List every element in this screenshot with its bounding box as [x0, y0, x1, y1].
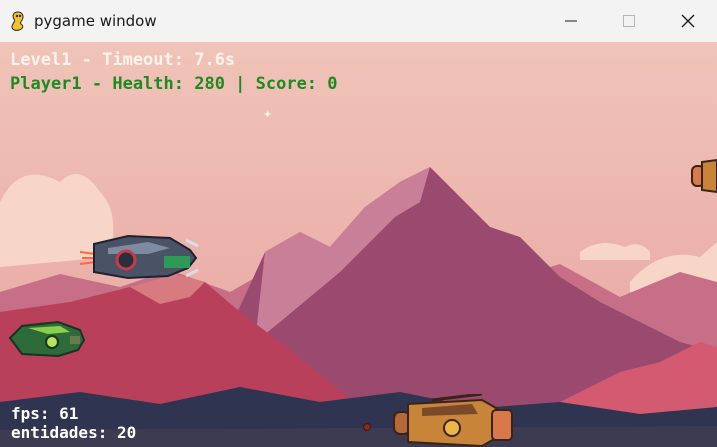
- maximize-button[interactable]: [600, 0, 658, 42]
- close-icon: [681, 14, 695, 28]
- game-viewport[interactable]: ✦ Level1 - Timeout: 7.6s Player1 - Healt…: [0, 42, 717, 447]
- enemy-ship-bronze-edge: [691, 158, 717, 194]
- pygame-window: pygame window ✦ Level1 - Timeout: 7.6s P…: [0, 0, 717, 447]
- projectile-spark: ✦: [263, 108, 272, 121]
- minimize-button[interactable]: [542, 0, 600, 42]
- maximize-icon: [623, 15, 635, 27]
- pygame-snake-icon: [11, 11, 24, 31]
- fps-counter: fps: 61: [11, 404, 79, 423]
- title-bar[interactable]: pygame window: [0, 0, 717, 42]
- player-status-label: Player1 - Health: 280 | Score: 0: [10, 74, 338, 94]
- enemy-ship-green: [8, 320, 86, 358]
- minimize-icon: [565, 20, 577, 22]
- player-ship: [79, 234, 199, 280]
- entity-counter: entidades: 20: [11, 423, 137, 442]
- level-timeout-label: Level1 - Timeout: 7.6s: [10, 50, 236, 70]
- enemy-ship-bronze: [393, 394, 513, 447]
- window-title: pygame window: [34, 12, 157, 30]
- enemy-bullet: [363, 423, 371, 431]
- close-button[interactable]: [659, 0, 717, 42]
